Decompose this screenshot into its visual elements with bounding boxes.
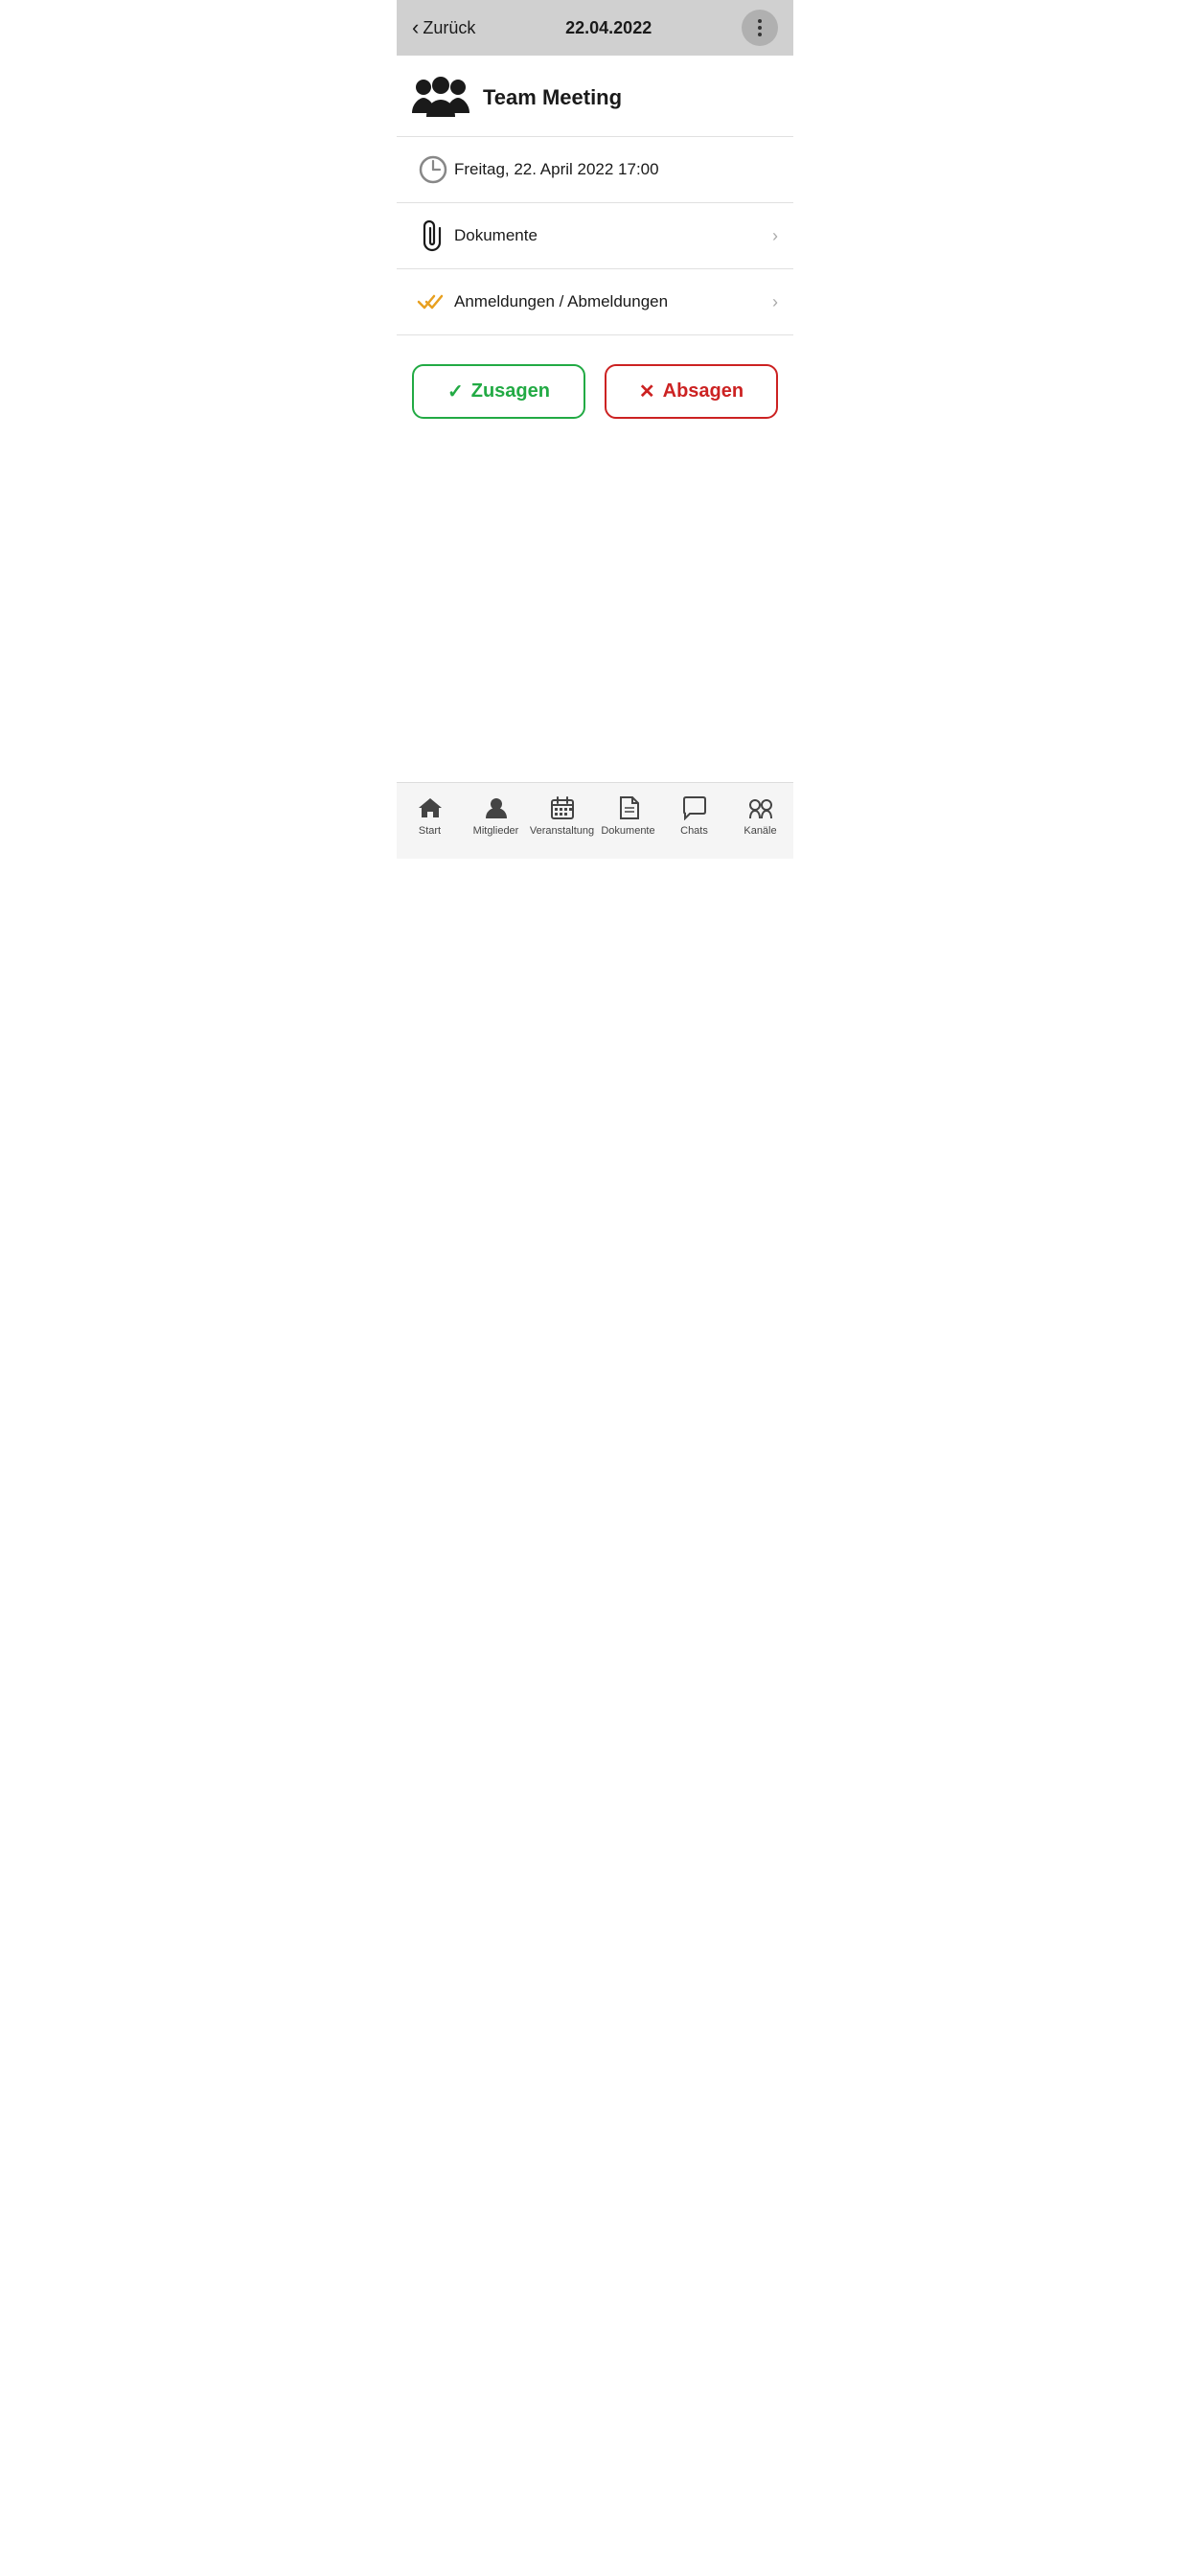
paperclip-icon: [421, 219, 446, 252]
zusagen-check-icon: ✓: [447, 380, 464, 403]
chats-icon: [681, 794, 708, 821]
tab-kanaele-label: Kanäle: [744, 825, 776, 837]
double-check-icon: [417, 290, 449, 313]
tab-start-label: Start: [419, 825, 441, 837]
tab-mitglieder[interactable]: Mitglieder: [463, 791, 529, 840]
absagen-x-icon: ✕: [639, 380, 655, 403]
double-check-icon-wrapper: [412, 285, 454, 319]
dokumente-row[interactable]: Dokumente ›: [397, 203, 793, 269]
back-label: Zurück: [423, 18, 475, 38]
dokumente-label: Dokumente: [454, 226, 772, 245]
back-button[interactable]: ‹ Zurück: [412, 17, 475, 38]
datetime-text: Freitag, 22. April 2022 17:00: [454, 160, 778, 179]
tab-start[interactable]: Start: [397, 791, 463, 840]
tab-dokumente[interactable]: Dokumente: [595, 791, 661, 840]
veranstaltung-icon: [549, 794, 576, 821]
absagen-label: Absagen: [663, 380, 744, 402]
datetime-row: Freitag, 22. April 2022 17:00: [397, 137, 793, 203]
start-icon: [417, 794, 444, 821]
dokumente-tab-icon: [615, 794, 642, 821]
absagen-button[interactable]: ✕ Absagen: [605, 364, 778, 419]
clock-icon-wrapper: [412, 152, 454, 187]
kanaele-icon: [747, 794, 774, 821]
header-date: 22.04.2022: [565, 18, 652, 38]
tab-mitglieder-label: Mitglieder: [473, 825, 519, 837]
anmeldungen-chevron-icon: ›: [772, 292, 778, 312]
action-buttons-area: ✓ Zusagen ✕ Absagen: [397, 335, 793, 448]
more-dots-icon: [758, 19, 762, 36]
paperclip-icon-wrapper: [412, 218, 454, 253]
zusagen-label: Zusagen: [471, 380, 550, 402]
tab-kanaele[interactable]: Kanäle: [727, 791, 793, 840]
mitglieder-icon: [483, 794, 510, 821]
meeting-header: Team Meeting: [397, 56, 793, 137]
tab-chats-label: Chats: [680, 825, 708, 837]
team-icon: [412, 75, 469, 121]
tab-bar: Start Mitglieder: [397, 782, 793, 859]
anmeldungen-label: Anmeldungen / Abmeldungen: [454, 292, 772, 311]
content-area: Team Meeting Freitag, 22. April 2022 17:…: [397, 56, 793, 782]
tab-chats[interactable]: Chats: [661, 791, 727, 840]
navigation-bar: ‹ Zurück 22.04.2022: [397, 0, 793, 56]
back-chevron-icon: ‹: [412, 17, 419, 38]
more-options-button[interactable]: [742, 10, 778, 46]
tab-veranstaltung-label: Veranstaltung: [530, 825, 594, 837]
clock-icon: [419, 155, 447, 184]
zusagen-button[interactable]: ✓ Zusagen: [412, 364, 585, 419]
anmeldungen-row[interactable]: Anmeldungen / Abmeldungen ›: [397, 269, 793, 335]
dokumente-chevron-icon: ›: [772, 226, 778, 246]
meeting-title: Team Meeting: [483, 85, 622, 110]
tab-dokumente-label: Dokumente: [601, 825, 654, 837]
tab-veranstaltung[interactable]: Veranstaltung: [529, 791, 595, 840]
